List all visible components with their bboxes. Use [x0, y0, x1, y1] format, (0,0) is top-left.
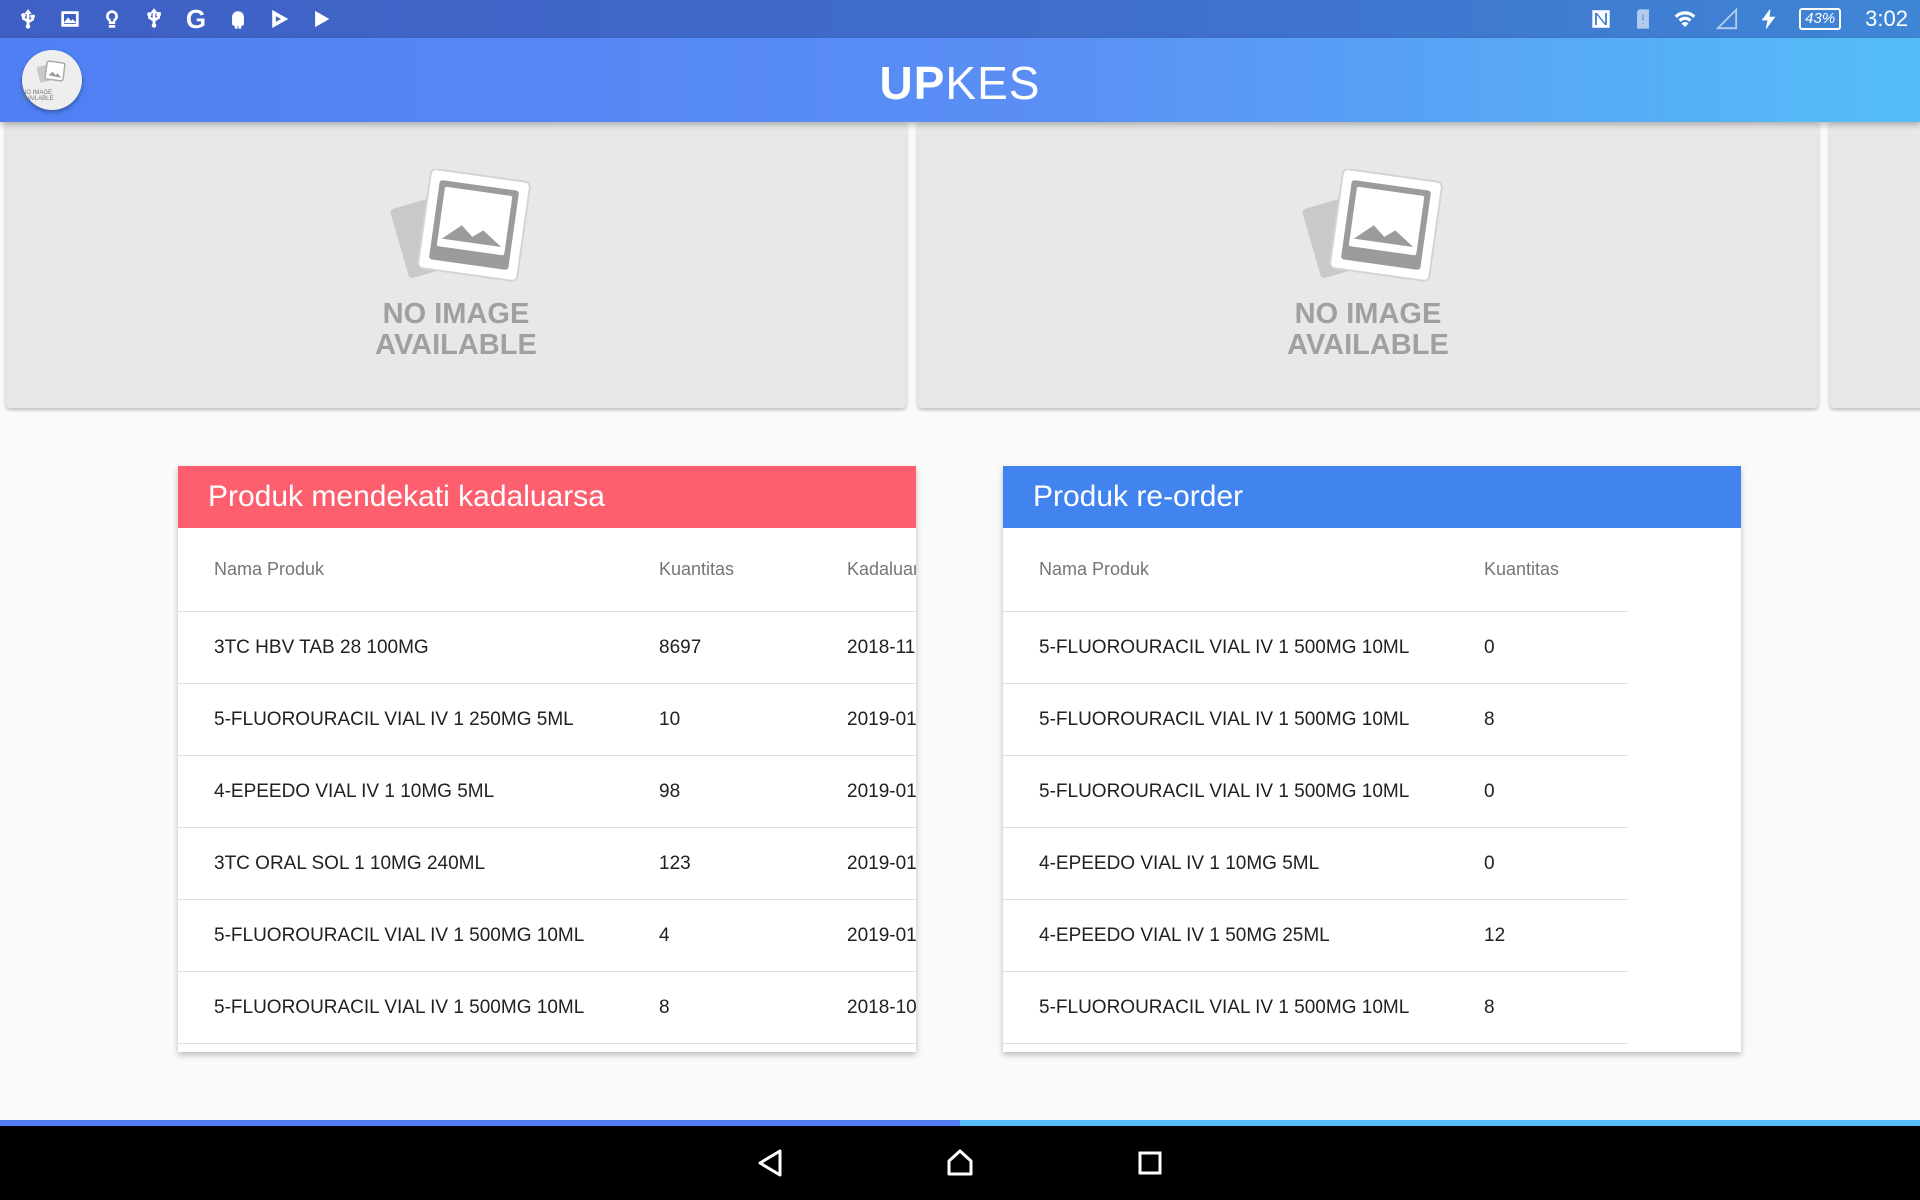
notification-icons: G — [16, 4, 334, 34]
clock: 3:02 — [1865, 6, 1908, 31]
table-row[interactable]: 3TC ORAL SOL 1 10MG 240ML 123 2019-01 — [178, 828, 916, 900]
expiring-products-table[interactable]: Nama Produk Kuantitas Kadaluarsa 3TC HBV… — [178, 528, 916, 1044]
column-header-name[interactable]: Nama Produk — [1003, 559, 1484, 580]
bulb-icon — [100, 7, 124, 31]
charging-icon — [1757, 7, 1781, 31]
product-name: 5-FLUOROURACIL VIAL IV 1 500MG 10ML — [214, 996, 585, 1018]
app-bar: NO IMAGE AVAILABLE UPKES — [0, 38, 1920, 122]
column-header-quantity[interactable]: Kuantitas — [1484, 559, 1627, 580]
navigation-bar — [0, 1126, 1920, 1200]
column-header-expiry[interactable]: Kadaluarsa — [847, 559, 916, 580]
product-name: 5-FLUOROURACIL VIAL IV 1 250MG 5ML — [214, 708, 574, 730]
product-quantity: 12 — [1484, 924, 1506, 946]
product-name: 5-FLUOROURACIL VIAL IV 1 500MG 10ML — [214, 924, 585, 946]
home-icon — [947, 1149, 973, 1176]
table-header: Nama Produk Kuantitas — [1003, 528, 1627, 612]
product-quantity: 98 — [659, 780, 681, 802]
back-button[interactable] — [740, 1133, 800, 1193]
no-image-text: NO IMAGE AVAILABLE — [375, 299, 537, 361]
table-row[interactable]: 5-FLUOROURACIL VIAL IV 1 500MG 10ML 0 — [1003, 612, 1627, 684]
table-row[interactable]: 5-FLUOROURACIL VIAL IV 1 500MG 10ML 0 — [1003, 756, 1627, 828]
column-header-quantity[interactable]: Kuantitas — [659, 559, 847, 580]
back-icon — [758, 1149, 782, 1177]
app-title-bold: UP — [879, 57, 946, 109]
product-name: 5-FLUOROURACIL VIAL IV 1 500MG 10ML — [1039, 996, 1410, 1018]
table-row[interactable]: 3TC HBV TAB 28 100MG 8697 2018-11 — [178, 612, 916, 684]
reorder-products-card: Produk re-order Nama Produk Kuantitas 5-… — [1003, 466, 1741, 1052]
expiring-card-title: Produk mendekati kadaluarsa — [178, 466, 916, 528]
no-image-icon — [1302, 169, 1443, 282]
carousel-slide[interactable]: NO IMAGE AVAILABLE — [918, 122, 1818, 408]
play-icon — [310, 7, 334, 31]
app-title-light: KES — [945, 57, 1041, 109]
expiring-products-card: Produk mendekati kadaluarsa Nama Produk … — [178, 466, 916, 1052]
carousel-slide-partial[interactable] — [1830, 122, 1920, 408]
status-bar: G 43% 3:02 — [0, 0, 1920, 38]
reorder-card-title: Produk re-order — [1003, 466, 1741, 528]
home-button[interactable] — [930, 1133, 990, 1193]
no-image-line1: NO IMAGE — [1294, 298, 1442, 330]
product-name: 3TC HBV TAB 28 100MG — [214, 636, 429, 658]
usb-icon — [16, 7, 40, 31]
play-store-icon — [268, 7, 292, 31]
no-image-text: NO IMAGE AVAILABLE — [1287, 299, 1449, 361]
no-image-line2: AVAILABLE — [1287, 329, 1449, 361]
product-quantity: 8697 — [659, 636, 702, 658]
product-quantity: 0 — [1484, 780, 1495, 802]
table-row[interactable]: 5-FLUOROURACIL VIAL IV 1 500MG 10ML 8 — [1003, 972, 1627, 1044]
product-name: 3TC ORAL SOL 1 10MG 240ML — [214, 852, 486, 874]
system-status-icons: 43% 3:02 — [1589, 6, 1908, 32]
product-name: 4-EPEEDO VIAL IV 1 50MG 25ML — [1039, 924, 1330, 946]
table-row[interactable]: 4-EPEEDO VIAL IV 1 10MG 5ML 0 — [1003, 828, 1627, 900]
product-expiry: 2018-10 — [847, 996, 916, 1018]
product-quantity: 123 — [659, 852, 691, 874]
battery-indicator: 43% — [1799, 8, 1842, 30]
no-image-placeholder: NO IMAGE AVAILABLE — [375, 169, 537, 361]
product-expiry: 2019-01 — [847, 924, 916, 946]
product-expiry: 2019-01 — [847, 708, 916, 730]
table-row[interactable]: 5-FLUOROURACIL VIAL IV 1 250MG 5ML 10 20… — [178, 684, 916, 756]
reorder-products-table[interactable]: Nama Produk Kuantitas 5-FLUOROURACIL VIA… — [1003, 528, 1627, 1044]
product-name: 5-FLUOROURACIL VIAL IV 1 500MG 10ML — [1039, 780, 1410, 802]
no-image-line1: NO IMAGE — [382, 298, 530, 330]
column-header-name[interactable]: Nama Produk — [178, 559, 659, 580]
table-row[interactable]: 4-EPEEDO VIAL IV 1 10MG 5ML 98 2019-01 — [178, 756, 916, 828]
product-quantity: 0 — [1484, 636, 1495, 658]
no-image-placeholder: NO IMAGE AVAILABLE — [1287, 169, 1449, 361]
product-name: 5-FLUOROURACIL VIAL IV 1 500MG 10ML — [1039, 636, 1410, 658]
wifi-icon — [1673, 7, 1697, 31]
battery-level: 43% — [1799, 8, 1842, 30]
product-name: 4-EPEEDO VIAL IV 1 10MG 5ML — [1039, 852, 1320, 874]
table-row[interactable]: 5-FLUOROURACIL VIAL IV 1 500MG 10ML 8 20… — [178, 972, 916, 1044]
product-name: 4-EPEEDO VIAL IV 1 10MG 5ML — [214, 780, 495, 802]
android-icon — [226, 7, 250, 31]
table-row[interactable]: 4-EPEEDO VIAL IV 1 50MG 25ML 12 — [1003, 900, 1627, 972]
app-title: UPKES — [0, 56, 1920, 110]
product-quantity: 0 — [1484, 852, 1495, 874]
carousel-slide[interactable]: NO IMAGE AVAILABLE — [6, 122, 906, 408]
recents-button[interactable] — [1120, 1133, 1180, 1193]
product-quantity: 8 — [1484, 708, 1495, 730]
signal-icon — [1715, 7, 1739, 31]
nfc-icon — [1589, 7, 1613, 31]
product-expiry: 2019-01 — [847, 780, 916, 802]
product-expiry: 2019-01 — [847, 852, 916, 874]
table-header: Nama Produk Kuantitas Kadaluarsa — [178, 528, 916, 612]
table-row[interactable]: 5-FLUOROURACIL VIAL IV 1 500MG 10ML 8 — [1003, 684, 1627, 756]
sim-alert-icon — [1631, 7, 1655, 31]
recents-icon — [1138, 1151, 1162, 1175]
image-carousel[interactable]: NO IMAGE AVAILABLE NO IMAGE AVAILABLE — [0, 122, 1920, 412]
product-quantity: 8 — [659, 996, 670, 1018]
product-quantity: 10 — [659, 708, 681, 730]
no-image-icon — [390, 169, 531, 282]
product-quantity: 8 — [1484, 996, 1495, 1018]
google-icon: G — [185, 4, 207, 34]
table-row[interactable]: 5-FLUOROURACIL VIAL IV 1 500MG 10ML 4 20… — [178, 900, 916, 972]
product-name: 5-FLUOROURACIL VIAL IV 1 500MG 10ML — [1039, 708, 1410, 730]
image-icon — [58, 7, 82, 31]
usb-debug-icon — [142, 7, 166, 31]
no-image-line2: AVAILABLE — [375, 329, 537, 361]
product-quantity: 4 — [659, 924, 670, 946]
product-expiry: 2018-11 — [847, 636, 916, 658]
